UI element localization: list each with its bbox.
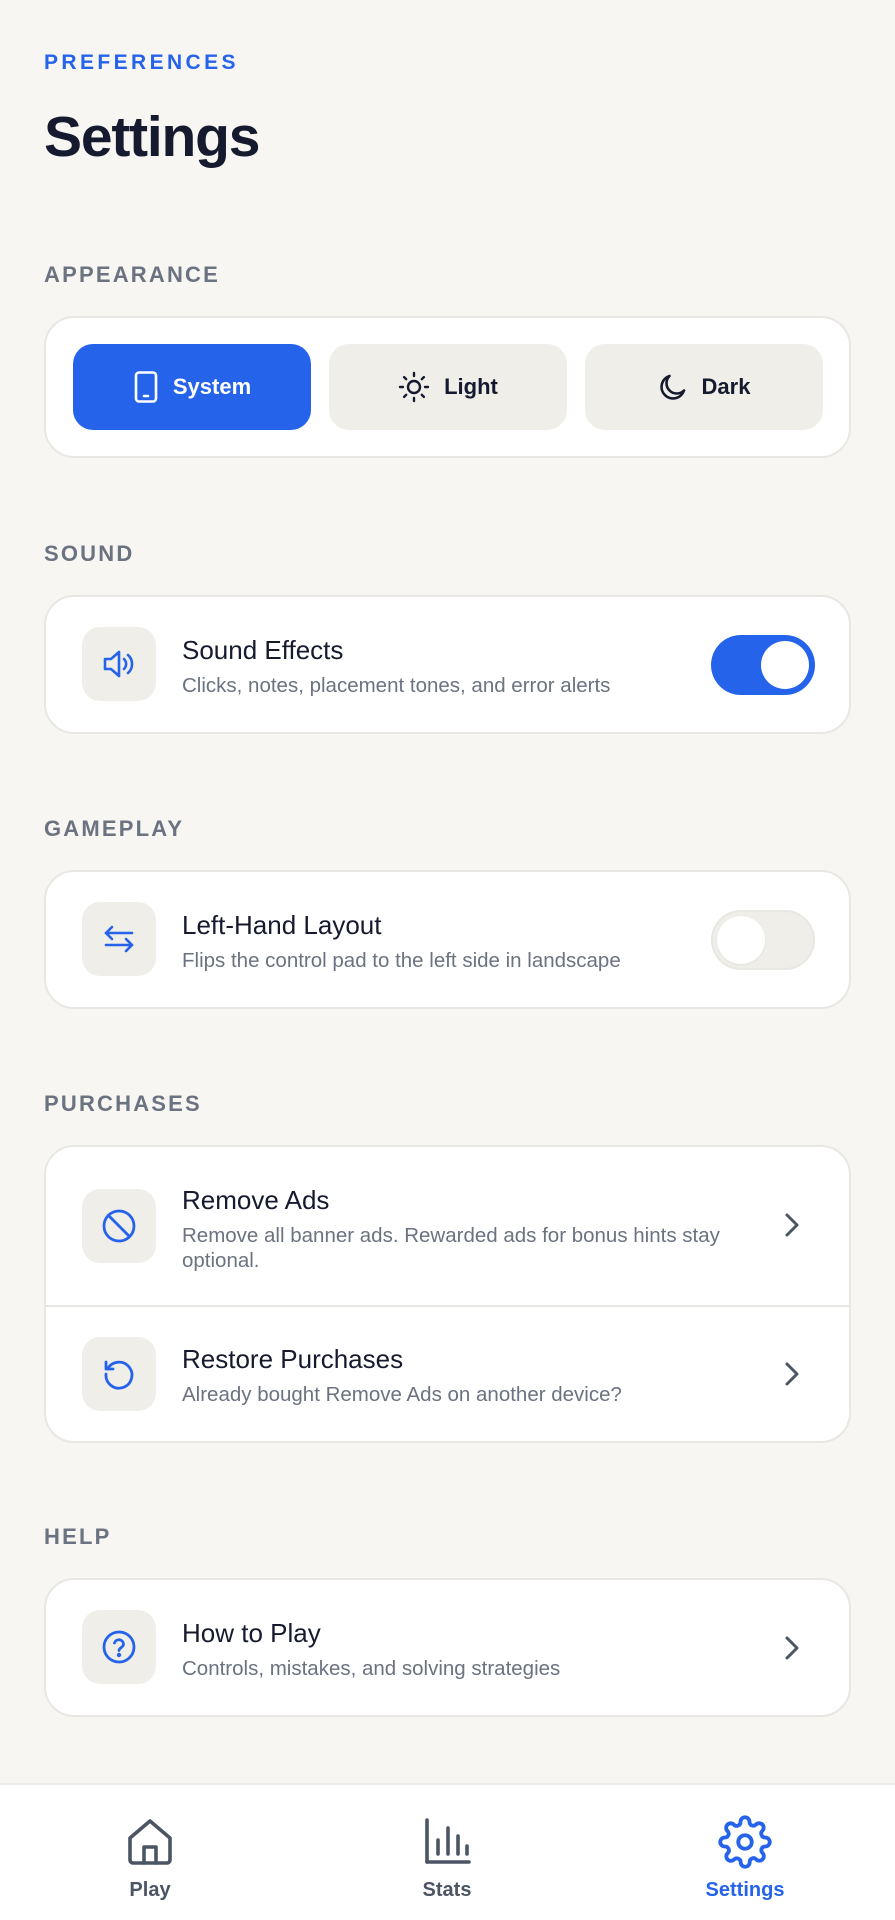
- appearance-option-label: Light: [444, 374, 498, 399]
- home-icon: [124, 1815, 176, 1869]
- appearance-option-system[interactable]: System: [73, 344, 311, 430]
- remove-ads-subtitle: Remove all banner ads. Rewarded ads for …: [182, 1224, 720, 1272]
- nav-item-settings[interactable]: Settings: [645, 1785, 845, 1920]
- section-label-gameplay: GAMEPLAY: [44, 816, 185, 841]
- settings-screen: PREFERENCES Settings APPEARANCE System L…: [0, 0, 895, 1920]
- moon-icon: [658, 372, 688, 402]
- chevron-right-icon: [785, 1213, 799, 1237]
- appearance-option-light[interactable]: Light: [329, 344, 567, 430]
- appearance-option-label: System: [172, 374, 252, 399]
- restore-purchases-subtitle: Already bought Remove Ads on another dev…: [182, 1383, 622, 1406]
- restore-purchases-title: Restore Purchases: [182, 1344, 404, 1374]
- appearance-option-dark[interactable]: Dark: [585, 344, 823, 430]
- swap-arrows-icon: [82, 902, 156, 976]
- appearance-card: System Light Dark: [44, 316, 851, 458]
- speaker-icon: [82, 627, 156, 701]
- toggle-knob: [717, 916, 765, 964]
- left-hand-layout-title: Left-Hand Layout: [182, 910, 382, 940]
- nav-label-stats: Stats: [422, 1879, 472, 1901]
- chevron-right-icon: [785, 1636, 799, 1660]
- bar-chart-icon: [421, 1815, 473, 1869]
- page-eyebrow: PREFERENCES: [44, 51, 239, 74]
- gameplay-card: Left-Hand Layout Flips the control pad t…: [44, 870, 851, 1009]
- restore-icon: [82, 1337, 156, 1411]
- how-to-play-subtitle: Controls, mistakes, and solving strategi…: [182, 1657, 561, 1680]
- bottom-nav: Play Stats Settings: [0, 1783, 895, 1920]
- block-icon: [82, 1189, 156, 1263]
- remove-ads-title: Remove Ads: [182, 1185, 330, 1215]
- phone-icon: [133, 371, 159, 403]
- restore-purchases-row[interactable]: Restore Purchases Already bought Remove …: [46, 1307, 849, 1441]
- sound-effects-subtitle: Clicks, notes, placement tones, and erro…: [182, 674, 611, 697]
- left-hand-layout-subtitle: Flips the control pad to the left side i…: [182, 949, 621, 972]
- section-label-purchases: PURCHASES: [44, 1091, 202, 1116]
- chevron-right-icon: [785, 1362, 799, 1386]
- sound-effects-row[interactable]: Sound Effects Clicks, notes, placement t…: [46, 597, 849, 732]
- remove-ads-row[interactable]: Remove Ads Remove all banner ads. Reward…: [46, 1147, 849, 1305]
- nav-item-stats[interactable]: Stats: [347, 1785, 547, 1920]
- left-hand-layout-toggle[interactable]: [711, 910, 815, 970]
- gear-icon: [718, 1815, 772, 1869]
- sound-card: Sound Effects Clicks, notes, placement t…: [44, 595, 851, 734]
- page-title: Settings: [44, 105, 260, 169]
- help-card: How to Play Controls, mistakes, and solv…: [44, 1578, 851, 1717]
- question-circle-icon: [82, 1610, 156, 1684]
- toggle-knob: [761, 641, 809, 689]
- sound-effects-toggle[interactable]: [711, 635, 815, 695]
- nav-item-play[interactable]: Play: [50, 1785, 250, 1920]
- left-hand-layout-row[interactable]: Left-Hand Layout Flips the control pad t…: [46, 872, 849, 1007]
- appearance-option-label: Dark: [701, 374, 751, 399]
- purchases-card: Remove Ads Remove all banner ads. Reward…: [44, 1145, 851, 1443]
- section-label-sound: SOUND: [44, 541, 135, 566]
- section-label-help: HELP: [44, 1524, 112, 1549]
- how-to-play-title: How to Play: [182, 1618, 321, 1648]
- section-label-appearance: APPEARANCE: [44, 262, 221, 287]
- how-to-play-row[interactable]: How to Play Controls, mistakes, and solv…: [46, 1580, 849, 1715]
- nav-label-play: Play: [129, 1879, 171, 1901]
- sound-effects-title: Sound Effects: [182, 635, 344, 665]
- sun-icon: [398, 371, 430, 403]
- nav-label-settings: Settings: [705, 1879, 785, 1901]
